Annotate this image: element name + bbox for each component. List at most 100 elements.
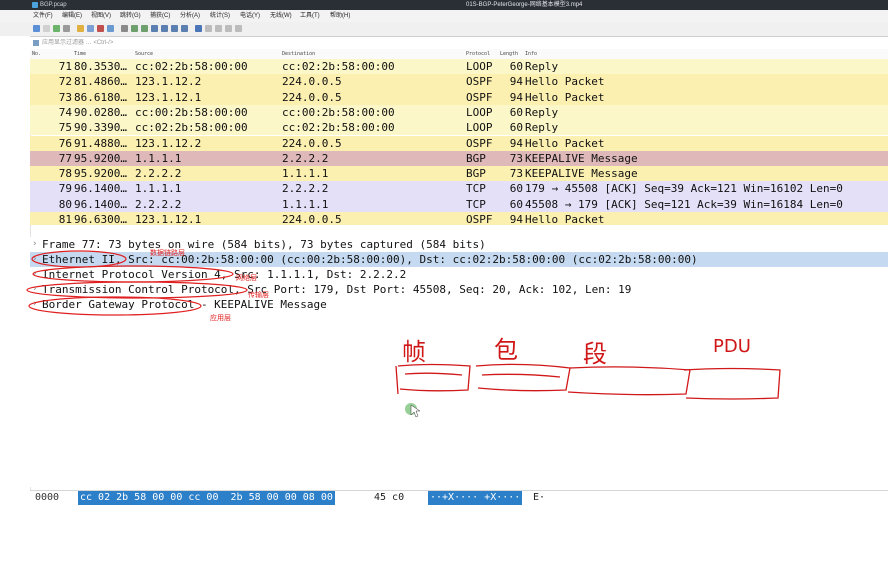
- cell-info: Hello Packet: [525, 90, 605, 104]
- column-source[interactable]: Source: [135, 49, 153, 59]
- column-protocol[interactable]: Protocol: [466, 49, 490, 59]
- goto-packet-icon[interactable]: [151, 25, 158, 32]
- packet-row[interactable]: 81 96.6300… 123.1.12.1 224.0.0.5 OSPF 94 Hello…: [30, 212, 888, 225]
- cell-proto: LOOP: [466, 121, 493, 135]
- column-info[interactable]: Info: [525, 49, 537, 59]
- menu-statistics[interactable]: 统计(S): [210, 10, 230, 22]
- menu-view[interactable]: 视图(V): [91, 10, 111, 22]
- column-destination[interactable]: Destination: [282, 49, 315, 59]
- cell-proto: TCP: [466, 182, 486, 196]
- options-icon[interactable]: [63, 25, 70, 32]
- packet-row[interactable]: 77 95.9200… 1.1.1.1 2.2.2.2 BGP 73 KEEPALIVE M…: [30, 150, 888, 167]
- first-packet-icon[interactable]: [161, 25, 168, 32]
- packet-row[interactable]: 71 80.3530… cc:02:2b:58:00:00 cc:02:2b:58:0…: [30, 59, 888, 75]
- cell-proto: OSPF: [466, 136, 493, 150]
- cell-proto: LOOP: [466, 105, 493, 119]
- cell-dst: 224.0.0.5: [282, 213, 342, 225]
- left-margin: [0, 36, 31, 504]
- expand-arrow-icon[interactable]: ›: [32, 297, 37, 312]
- reload-icon[interactable]: [107, 25, 114, 32]
- zoom-out-icon[interactable]: [215, 25, 222, 32]
- cell-src: 123.1.12.2: [135, 136, 202, 150]
- column-no[interactable]: No.: [32, 49, 41, 59]
- hex-rest[interactable]: 45 c0: [374, 491, 404, 505]
- cell-src: 123.1.12.1: [135, 90, 202, 104]
- cell-time: 95.9200…: [74, 167, 127, 181]
- cell-dst: 1.1.1.1: [282, 197, 329, 211]
- cell-dst: cc:02:2b:58:00:00: [282, 60, 395, 73]
- cell-dst: 2.2.2.2: [282, 182, 329, 196]
- menu-analyze[interactable]: 分析(A): [180, 10, 200, 22]
- hex-selected[interactable]: cc 02 2b 58 00 00 cc 00 2b 58 00 00 08 0…: [78, 491, 335, 505]
- menu-wireless[interactable]: 无线(W): [270, 10, 292, 22]
- cell-dst: cc:02:2b:58:00:00: [282, 121, 395, 135]
- cell-no: 75: [58, 121, 72, 135]
- restart-capture-icon[interactable]: [53, 25, 60, 32]
- back-icon[interactable]: [131, 25, 138, 32]
- cell-len: 94: [509, 75, 523, 89]
- display-filter-input[interactable]: 应用显示过滤器 … <Ctrl-/>: [42, 37, 113, 49]
- packet-row[interactable]: 79 96.1400… 1.1.1.1 2.2.2.2 TCP 60 179 → 45508…: [30, 181, 888, 197]
- autoscroll-icon[interactable]: [181, 25, 188, 32]
- expand-arrow-icon[interactable]: ›: [32, 237, 37, 252]
- packet-row[interactable]: 74 90.0280… cc:00:2b:58:00:00 cc:00:2b:58:0…: [30, 104, 888, 121]
- ascii-rest[interactable]: E·: [533, 491, 545, 505]
- detail-frame[interactable]: › Frame 77: 73 bytes on wire (584 bits),…: [30, 237, 888, 252]
- normal-size-icon[interactable]: [225, 25, 232, 32]
- window-title: BGP.pcap: [40, 2, 67, 8]
- expand-arrow-icon[interactable]: ›: [32, 252, 37, 267]
- detail-tcp[interactable]: › Transmission Control Protocol, Src Por…: [30, 282, 888, 297]
- cell-info: Hello Packet: [525, 75, 605, 89]
- cell-len: 60: [509, 121, 523, 135]
- zoom-in-icon[interactable]: [205, 25, 212, 32]
- packet-row[interactable]: 78 95.9200… 2.2.2.2 1.1.1.1 BGP 73 KEEPALIVE M…: [30, 166, 888, 182]
- cell-len: 60: [509, 182, 523, 196]
- cell-no: 74: [58, 105, 72, 119]
- last-packet-icon[interactable]: [171, 25, 178, 32]
- expand-arrow-icon[interactable]: ›: [32, 267, 37, 282]
- packet-row[interactable]: 72 81.4860… 123.1.12.2 224.0.0.5 OSPF 94 Hello…: [30, 74, 888, 90]
- forward-icon[interactable]: [141, 25, 148, 32]
- cell-no: 78: [58, 167, 72, 181]
- menu-capture[interactable]: 捕获(C): [150, 10, 170, 22]
- detail-bgp[interactable]: › Border Gateway Protocol - KEEPALIVE Me…: [30, 297, 888, 312]
- packet-row[interactable]: 75 90.3390… cc:02:2b:58:00:00 cc:02:2b:58:0…: [30, 120, 888, 136]
- video-caption: 01S-BGP-PeterGeorge-网络基本模型3.mp4: [466, 2, 583, 8]
- cell-src: 123.1.12.1: [135, 213, 202, 225]
- packet-details: › Frame 77: 73 bytes on wire (584 bits),…: [30, 237, 888, 487]
- packet-row[interactable]: 76 91.4880… 123.1.12.2 224.0.0.5 OSPF 94 Hello…: [30, 135, 888, 151]
- packet-row[interactable]: 80 96.1400… 2.2.2.2 1.1.1.1 TCP 60 45508 → 179…: [30, 196, 888, 212]
- find-icon[interactable]: [121, 25, 128, 32]
- menu-tools[interactable]: 工具(T): [300, 10, 320, 22]
- ascii-selected[interactable]: ··+X···· +X····: [428, 491, 523, 505]
- open-file-icon[interactable]: [77, 25, 84, 32]
- stop-capture-icon[interactable]: [43, 25, 50, 32]
- packet-list[interactable]: 71 80.3530… cc:02:2b:58:00:00 cc:02:2b:58:0…: [30, 59, 888, 225]
- menu-help[interactable]: 帮助(H): [330, 10, 350, 22]
- cell-info: 179 → 45508 [ACK] Seq=39 Ack=121 Win=161…: [525, 182, 843, 196]
- colorize-icon[interactable]: [195, 25, 202, 32]
- close-file-icon[interactable]: [97, 25, 104, 32]
- cell-src: cc:02:2b:58:00:00: [135, 121, 248, 135]
- bookmark-icon[interactable]: [33, 40, 39, 46]
- detail-ethernet[interactable]: › Ethernet II, Src: cc:00:2b:58:00:00 (c…: [30, 252, 888, 267]
- column-time[interactable]: Time: [74, 49, 86, 59]
- menu-file[interactable]: 文件(F): [33, 10, 53, 22]
- save-file-icon[interactable]: [87, 25, 94, 32]
- menu-telephony[interactable]: 电话(Y): [240, 10, 260, 22]
- cell-src: 2.2.2.2: [135, 167, 182, 181]
- column-length[interactable]: Length: [500, 49, 518, 59]
- detail-ipv4[interactable]: › Internet Protocol Version 4, Src: 1.1.…: [30, 267, 888, 282]
- menu-go[interactable]: 跳转(G): [120, 10, 141, 22]
- resize-columns-icon[interactable]: [235, 25, 242, 32]
- cell-no: 72: [58, 75, 72, 89]
- menu-bar: 文件(F) 编辑(E) 视图(V) 跳转(G) 捕获(C) 分析(A) 统计(S…: [0, 10, 888, 22]
- expand-arrow-icon[interactable]: ›: [32, 282, 37, 297]
- cell-time: 86.6180…: [74, 90, 127, 104]
- packet-row[interactable]: 73 86.6180… 123.1.12.1 224.0.0.5 OSPF 94 Hello…: [30, 89, 888, 105]
- cell-len: 73: [509, 151, 523, 165]
- cell-proto: OSPF: [466, 90, 493, 104]
- start-capture-icon[interactable]: [33, 25, 40, 32]
- menu-edit[interactable]: 编辑(E): [62, 10, 82, 22]
- cell-no: 80: [58, 197, 72, 211]
